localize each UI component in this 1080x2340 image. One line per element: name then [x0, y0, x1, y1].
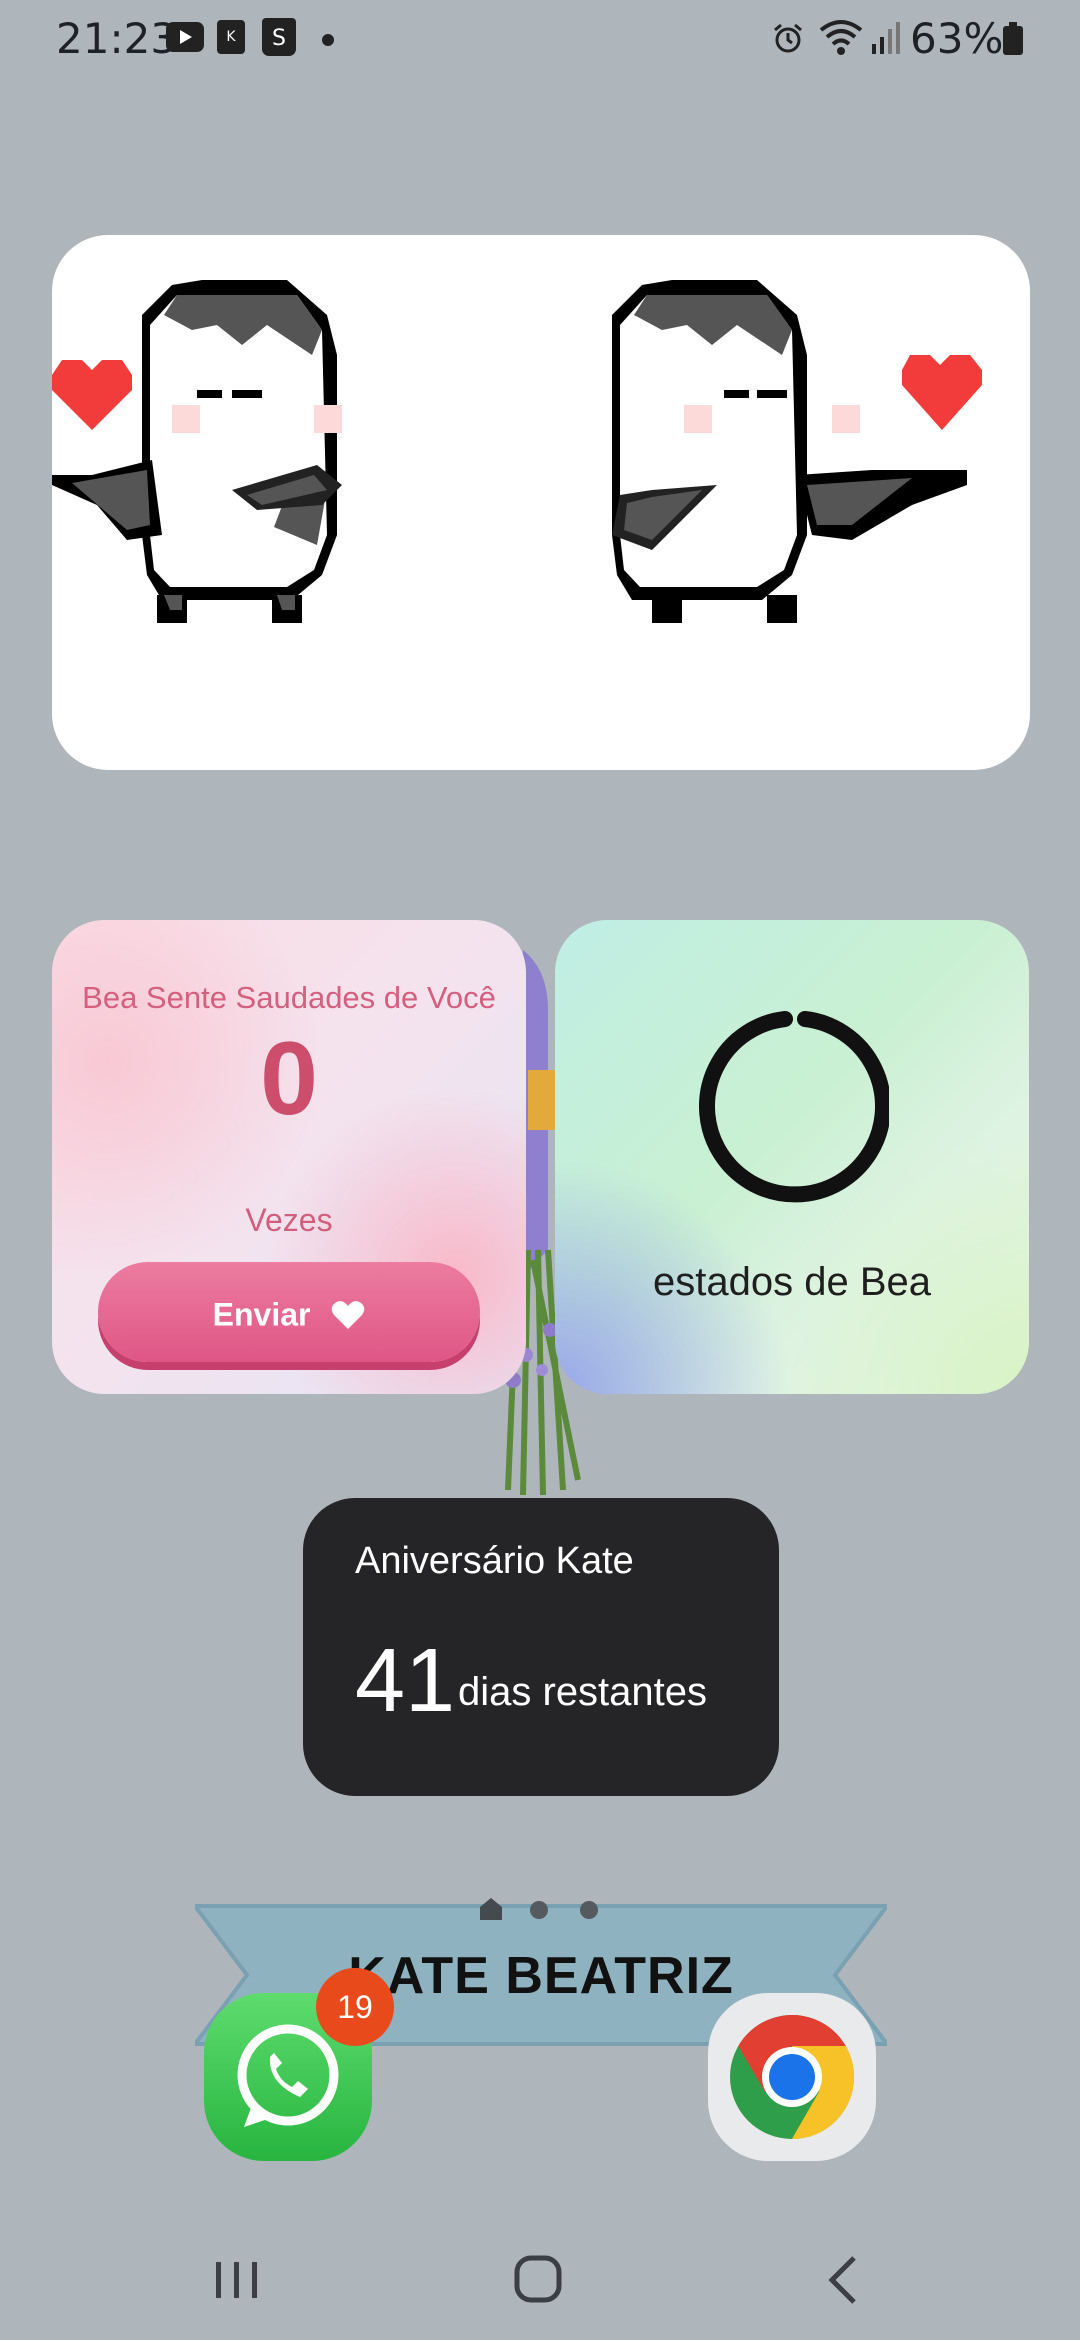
battery-percent: 63%: [910, 14, 1004, 63]
countdown-unit: dias restantes: [458, 1670, 708, 1714]
navigation-bar: [0, 2220, 1080, 2340]
page-dot: [530, 1901, 548, 1919]
chrome-app-icon[interactable]: [708, 1993, 876, 2161]
countdown-title: Aniversário Kate: [355, 1540, 634, 1582]
page-indicator[interactable]: [478, 1896, 608, 1922]
alarm-icon: [774, 23, 802, 53]
countdown-days: 41: [355, 1631, 456, 1731]
home-page-icon: [480, 1898, 502, 1920]
birthday-countdown-widget[interactable]: Aniversário Kate 41 dias restantes: [303, 1498, 779, 1796]
chrome-icon: [730, 2015, 855, 2139]
left-penguin: [52, 280, 342, 623]
recent-apps-icon[interactable]: [202, 2250, 272, 2310]
page-dot: [580, 1901, 598, 1919]
status-label: estados de Bea: [653, 1260, 931, 1304]
signal-icon: [872, 22, 900, 54]
miss-count-unit: Vezes: [245, 1202, 333, 1238]
loading-spinner-icon: [699, 1011, 889, 1203]
miss-you-widget: Bea Sente Saudades de Você 0 Vezes Envia…: [52, 920, 526, 1394]
k-app-icon: K: [217, 20, 245, 54]
penguin-illustration: [52, 280, 982, 623]
status-widget[interactable]: estados de Bea: [555, 920, 1029, 1394]
penguin-photo-widget[interactable]: [52, 235, 1030, 770]
dot-icon: [322, 34, 334, 46]
send-button[interactable]: Enviar: [98, 1262, 480, 1362]
battery-icon: [1003, 22, 1023, 55]
right-penguin: [612, 280, 982, 623]
home-button-icon[interactable]: [503, 2250, 573, 2310]
wifi-icon: [819, 20, 863, 55]
miss-you-title: Bea Sente Saudades de Você: [82, 980, 496, 1015]
shopee-icon: S: [262, 18, 296, 56]
heart-icon: [332, 1300, 365, 1329]
send-button-label: Enviar: [212, 1296, 311, 1333]
youtube-icon: [166, 22, 204, 52]
status-bar: 21:23 K S 63%: [0, 0, 1080, 80]
miss-count: 0: [260, 1021, 318, 1137]
notification-badge: 19: [316, 1968, 394, 2046]
clock: 21:23: [56, 14, 178, 63]
back-button-icon[interactable]: [808, 2250, 878, 2310]
